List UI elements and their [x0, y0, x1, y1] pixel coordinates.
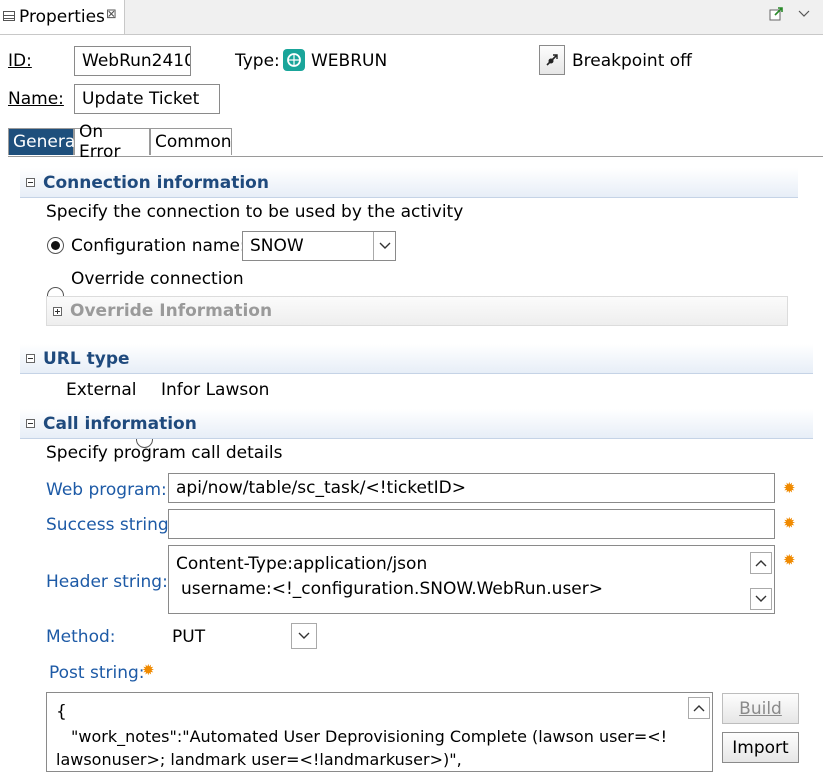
lightbulb-icon[interactable]: ✹ — [783, 514, 796, 532]
collapse-icon[interactable] — [26, 419, 35, 428]
connection-section-header[interactable]: Connection information — [20, 168, 798, 198]
override-information-title: Override Information — [70, 301, 273, 321]
breakpoint-off-icon — [546, 54, 558, 66]
breakpoint-label: Breakpoint off — [572, 51, 692, 71]
method-value: PUT — [172, 627, 206, 647]
override-connection-label: Override connection — [71, 269, 244, 289]
override-information-header[interactable]: Override Information — [46, 296, 788, 326]
post-string-line: { — [56, 702, 67, 722]
call-description: Specify program call details — [46, 443, 283, 463]
type-value: WEBRUN — [311, 51, 388, 71]
scroll-down-icon[interactable] — [750, 588, 772, 610]
success-string-label: Success string: — [46, 515, 175, 535]
header-string-line: username:<!_configuration.SNOW.WebRun.us… — [181, 579, 603, 599]
configuration-name-value: SNOW — [250, 236, 304, 256]
post-string-label: Post string: — [49, 663, 145, 683]
tab-general[interactable]: General — [8, 128, 80, 155]
id-label: ID: — [8, 51, 32, 71]
call-section-title: Call information — [43, 413, 197, 434]
configuration-name-select[interactable]: SNOW — [242, 231, 396, 261]
view-menu-chevron-down-icon[interactable] — [798, 4, 810, 24]
scroll-up-icon[interactable] — [750, 552, 772, 574]
call-section-header[interactable]: Call information — [20, 409, 813, 439]
method-chevron-down-icon[interactable] — [291, 623, 317, 649]
close-icon[interactable]: ⊠ — [106, 7, 117, 22]
infor-lawson-label: Infor Lawson — [161, 380, 270, 400]
method-label: Method: — [46, 627, 116, 647]
url-type-section-header[interactable]: URL type — [20, 344, 813, 374]
lightbulb-icon[interactable]: ✹ — [783, 551, 796, 569]
connection-section-title: Connection information — [43, 172, 269, 193]
chevron-down-icon[interactable] — [373, 232, 395, 260]
header-string-label: Header string: — [46, 572, 168, 592]
url-type-section-title: URL type — [43, 348, 130, 369]
tab-on-error[interactable]: On Error — [74, 122, 150, 162]
webrun-type-icon — [283, 49, 305, 76]
type-label: Type: — [235, 51, 280, 71]
success-string-input[interactable] — [168, 509, 775, 539]
web-program-label: Web program: — [46, 480, 167, 500]
post-string-textarea[interactable]: { "work_notes":"Automated User Deprovisi… — [46, 692, 713, 772]
configuration-name-label: Configuration name: — [71, 236, 246, 256]
tab-common[interactable]: Common — [150, 128, 232, 155]
header-string-textarea[interactable]: Content-Type:application/json username:<… — [168, 545, 775, 614]
external-label: External — [66, 380, 137, 400]
header-string-line: Content-Type:application/json — [176, 554, 428, 574]
pin-view-icon[interactable] — [768, 6, 784, 27]
scroll-up-icon[interactable] — [688, 697, 710, 719]
configuration-name-radio[interactable] — [47, 237, 64, 254]
post-string-line: lawsonuser>; landmark user=<!landmarkuse… — [56, 750, 462, 769]
properties-icon — [3, 11, 15, 21]
name-label: Name: — [8, 89, 64, 109]
lightbulb-icon[interactable]: ✹ — [142, 661, 155, 679]
connection-description: Specify the connection to be used by the… — [46, 202, 464, 222]
build-button[interactable]: Build — [722, 693, 799, 724]
properties-tab-label: Properties — [19, 7, 105, 27]
breakpoint-toggle-button[interactable] — [539, 45, 565, 75]
post-string-line: "work_notes":"Automated User Deprovision… — [71, 727, 668, 746]
import-button[interactable]: Import — [722, 732, 799, 763]
web-program-input[interactable]: api/now/table/sc_task/<!ticketID> — [168, 473, 775, 503]
expand-icon[interactable] — [53, 306, 62, 316]
collapse-icon[interactable] — [26, 178, 35, 187]
properties-view-tab[interactable]: Properties ⊠ — [0, 0, 125, 34]
lightbulb-icon[interactable]: ✹ — [783, 479, 796, 497]
name-input[interactable]: Update Ticket — [74, 84, 220, 114]
id-input[interactable]: WebRun2410 — [74, 46, 191, 76]
collapse-icon[interactable] — [26, 354, 35, 363]
